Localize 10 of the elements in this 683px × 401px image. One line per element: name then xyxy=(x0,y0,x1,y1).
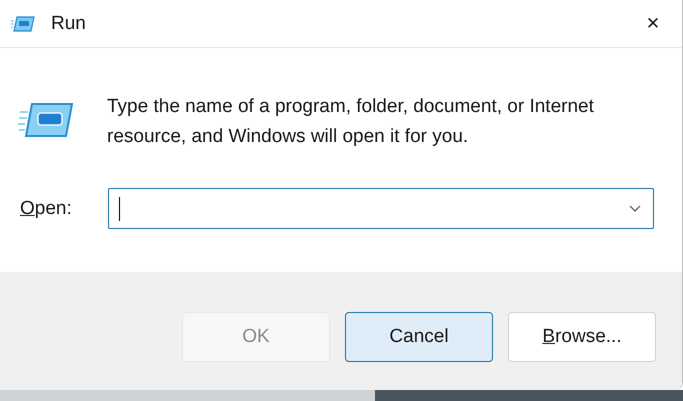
open-combo-box[interactable] xyxy=(108,188,654,229)
app-icon xyxy=(18,102,74,138)
close-button[interactable]: ✕ xyxy=(630,0,676,46)
open-label: Open: xyxy=(20,198,73,220)
instruction-text: Type the name of a program, folder, document, or Internet resource, and Windows will open it for you. xyxy=(107,95,595,149)
app-icon xyxy=(11,16,35,32)
dialog-button[interactable]: Cancel xyxy=(345,312,493,362)
dropdown-icon[interactable] xyxy=(629,204,641,212)
window-title: Run xyxy=(51,12,86,34)
dialog-button[interactable]: Browse... xyxy=(508,312,656,362)
